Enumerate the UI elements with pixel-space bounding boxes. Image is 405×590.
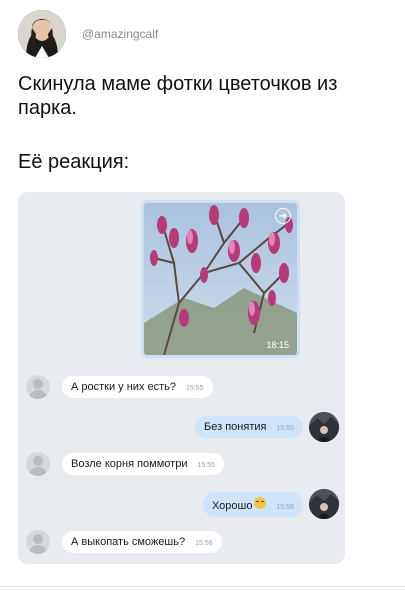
bottom-divider: [0, 586, 405, 587]
photo-timestamp: 18:15: [266, 340, 289, 350]
message-bubble[interactable]: А выкопать сможешь? 15:56: [62, 531, 222, 553]
contact-avatar[interactable]: [26, 530, 50, 554]
tweet-header: @amazingcalf: [18, 10, 158, 58]
message-bubble[interactable]: Хорошо 15:56: [202, 491, 303, 517]
message-bubble[interactable]: Без понятия 15:55: [195, 416, 303, 438]
message-text: Возле корня поммотри: [71, 458, 188, 470]
my-avatar[interactable]: [309, 412, 339, 442]
contact-avatar[interactable]: [26, 452, 50, 476]
message-time: 15:55: [186, 385, 204, 392]
message-time: 15:55: [197, 462, 216, 469]
my-avatar[interactable]: [309, 489, 339, 519]
message-row-outgoing: Хорошо 15:56: [202, 489, 339, 519]
tweet-reaction-text: Её реакция:: [18, 151, 130, 173]
message-text: Хорошо: [211, 499, 253, 512]
tweet-text: Скинула маме фотки цветочков из парка.: [18, 73, 338, 119]
chat-screenshot: ➜ 18:15 А ростки у них есть? 15:55 Без п…: [18, 192, 345, 564]
relieved-face-emoji-icon: [254, 496, 267, 509]
message-text: А выкопать сможешь?: [71, 536, 186, 548]
message-time: 15:56: [195, 540, 213, 547]
flower-photo[interactable]: ➜ 18:15: [141, 200, 300, 358]
message-time: 15:56: [276, 503, 294, 511]
message-row-incoming: Возле корня поммотри 15:55: [26, 452, 225, 476]
message-time: 15:55: [276, 425, 294, 432]
message-row-incoming: А ростки у них есть? 15:55: [26, 375, 213, 399]
author-avatar[interactable]: [18, 10, 66, 58]
message-bubble[interactable]: А ростки у них есть? 15:55: [62, 376, 213, 398]
message-row-outgoing: Без понятия 15:55: [195, 412, 339, 442]
message-text: Без понятия: [204, 421, 267, 433]
message-bubble[interactable]: Возле корня поммотри 15:55: [62, 453, 225, 475]
author-handle[interactable]: @amazingcalf: [82, 27, 158, 41]
share-icon[interactable]: ➜: [275, 208, 291, 224]
message-row-incoming: А выкопать сможешь? 15:56: [26, 530, 222, 554]
message-text: А ростки у них есть?: [71, 381, 177, 393]
contact-avatar[interactable]: [26, 375, 50, 399]
magnolia-image: [144, 203, 297, 355]
